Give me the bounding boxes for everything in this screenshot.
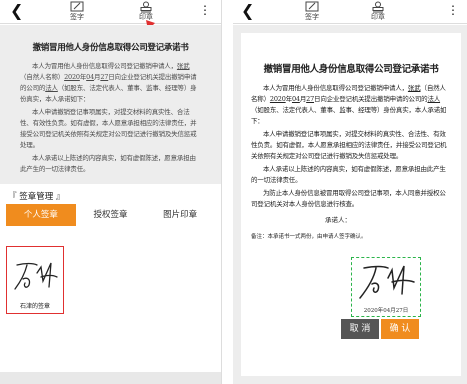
bottom-bar xyxy=(0,372,221,384)
signature-date: 2020年04月27日 xyxy=(363,308,409,314)
document-paragraph-2: 本人申请撤销登记事项属实，对提交材料的真实性、合法性、有效性负责。如有虚假，本人… xyxy=(251,130,447,160)
sign-label: 签字 xyxy=(305,13,319,21)
more-icon[interactable]: ⋮ xyxy=(199,3,211,17)
back-icon[interactable]: ❮ xyxy=(241,2,254,20)
document-paragraph-1: 本人为冒用他人身份信息取得公司登记撤销申请人，张武（自然人名称）2020年04月… xyxy=(251,84,447,125)
right-screen: ❮ 签字 印章 ⋮ 撤销冒用他人身份信息取得公司登记承诺书 本人为冒用他人身份信… xyxy=(233,0,467,384)
tab-image-stamp[interactable]: 图片印章 xyxy=(145,204,215,226)
top-toolbar: ❮ 签字 印章 ⋮ xyxy=(233,0,467,24)
confirm-button[interactable]: 确 认 xyxy=(381,319,419,339)
back-icon[interactable]: ❮ xyxy=(10,2,23,20)
document-paragraph-3: 本人承诺以上陈述的内容真实，如有虚假陈述，愿意承担由此产生的一切法律责任。 xyxy=(251,165,446,184)
document-title: 撤销冒用他人身份信息取得公司登记承诺书 xyxy=(32,43,189,53)
stamp-icon xyxy=(140,1,152,13)
handwritten-signature xyxy=(359,265,415,299)
signature-caption: 石津的签章 xyxy=(19,303,50,310)
sign-button[interactable]: 签字 xyxy=(62,1,92,21)
signature-sheet: 『 签章管理 』 个人签章 授权签章 图片印章 石津的签章 xyxy=(0,184,221,384)
document-paragraph-2: 本人申请撤销登记事项属实，对提交材料的真实性、合法性、有效性负责。如有虚假，本人… xyxy=(20,108,197,149)
stamp-button[interactable]: 印章 xyxy=(363,1,393,21)
document-paragraph-1: 本人为冒用他人身份信息取得公司登记撤销申请人，张武（自然人名称）2020年04月… xyxy=(20,62,197,103)
top-toolbar: ❮ 签字 印章 ⋮ xyxy=(0,0,221,24)
cancel-button[interactable]: 取 消 xyxy=(341,319,379,339)
tab-personal-signature[interactable]: 个人签章 xyxy=(6,204,76,226)
document-paragraph-3: 本人承诺以上陈述的内容真实，如有虚假陈述，愿意承担由此产生的一切法律责任。 xyxy=(20,154,196,173)
sheet-title: 『 签章管理 』 xyxy=(8,192,65,202)
signature-placement-box[interactable]: 2020年04月27日 xyxy=(351,257,421,317)
document-footnote: 备注：本承诺书一式两份，由申请人签字确认。 xyxy=(251,234,367,240)
pen-icon xyxy=(70,1,84,12)
applicant-label: 承诺人： xyxy=(325,216,351,224)
sheet-tabs: 个人签章 授权签章 图片印章 xyxy=(6,204,215,226)
document-paragraph-4: 为防止本人身份信息被冒用取得公司登记事项，本人同意并授权公司登记机关对本人身份信… xyxy=(251,189,446,208)
stamp-label: 印章 xyxy=(371,13,385,21)
stamp-icon xyxy=(372,1,384,13)
document-title: 撤销冒用他人身份信息取得公司登记承诺书 xyxy=(263,64,439,75)
signature-card[interactable]: 石津的签章 xyxy=(6,246,64,314)
document-area: 撤销冒用他人身份信息取得公司登记承诺书 本人为冒用他人身份信息取得公司登记撤销申… xyxy=(233,25,467,384)
pen-icon xyxy=(305,1,319,12)
handwritten-signature xyxy=(14,262,58,290)
tab-authorized-signature[interactable]: 授权签章 xyxy=(76,204,146,226)
sign-label: 签字 xyxy=(70,13,84,21)
left-screen: ❮ 签字 印章 ⋮ 撤销冒用他人身份信息取得公司登记承诺书 本人为冒用他人身份信… xyxy=(0,0,222,384)
sign-button[interactable]: 签字 xyxy=(297,1,327,21)
more-icon[interactable]: ⋮ xyxy=(447,3,459,17)
